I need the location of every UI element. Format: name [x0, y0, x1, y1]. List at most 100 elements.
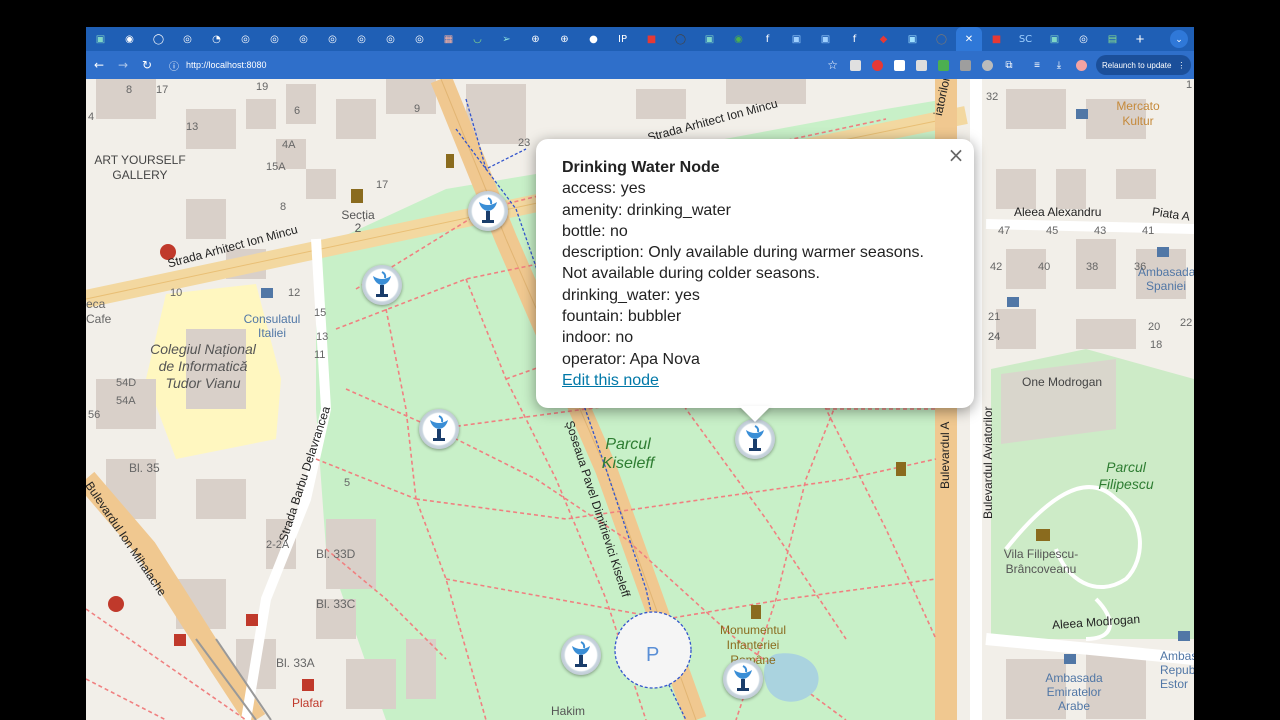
tab-5[interactable]: ◔ [202, 27, 231, 51]
tab-20[interactable]: ■ [637, 27, 666, 51]
tab-24[interactable]: f [753, 27, 782, 51]
tab-19[interactable]: IP [608, 27, 637, 51]
extension-icon-5[interactable] [932, 54, 954, 76]
house-number: 41 [1142, 225, 1155, 237]
house-number: 54A [116, 395, 136, 407]
fountain-icon [746, 425, 764, 451]
tab-29[interactable]: ▣ [898, 27, 927, 51]
drinking-water-marker[interactable] [362, 265, 402, 305]
reload-icon[interactable]: ↻ [136, 54, 158, 76]
tab-9[interactable]: ◎ [318, 27, 347, 51]
popup-tag-line: drinking_water: yes [562, 286, 700, 304]
house-number: 13 [186, 121, 199, 133]
tab-25[interactable]: ▣ [782, 27, 811, 51]
tab-8[interactable]: ◎ [289, 27, 318, 51]
fountain-icon [572, 641, 590, 667]
tab-list-button[interactable]: ⌄ [1170, 30, 1188, 48]
extension-icon-7[interactable] [976, 54, 998, 76]
extension-icon-3[interactable] [888, 54, 910, 76]
tab-21[interactable]: ◯ [666, 27, 695, 51]
puzzle-extensions-icon[interactable]: ⧉ [998, 54, 1020, 76]
house-number: 5 [344, 477, 351, 489]
tab-17[interactable]: ⊕ [550, 27, 579, 51]
tab-4[interactable]: ◎ [173, 27, 202, 51]
tab-34[interactable]: ◎ [1069, 27, 1098, 51]
poi-label-consulatul: Consulatul Italiei [243, 312, 301, 340]
poi-label-vila-filipescu: Vila Filipescu-Brâncoveanu [1003, 547, 1079, 576]
tab-1[interactable]: ▣ [86, 27, 115, 51]
tab-15[interactable]: ➢ [492, 27, 521, 51]
drinking-water-marker[interactable] [419, 409, 459, 449]
house-number: 47 [998, 225, 1011, 237]
tab-6[interactable]: ◎ [231, 27, 260, 51]
profile-avatar-icon[interactable] [1070, 54, 1092, 76]
new-tab-button[interactable]: + [1127, 31, 1153, 48]
tab-search-icon[interactable]: ≡ [1026, 54, 1048, 76]
house-number: 32 [986, 91, 999, 103]
popup-tip [739, 406, 771, 422]
popup-tag-line: indoor: no [562, 329, 634, 347]
house-number: 54D [116, 377, 137, 389]
tab-35[interactable]: ▤ [1098, 27, 1127, 51]
tab-27[interactable]: f [840, 27, 869, 51]
house-number: 13 [316, 331, 329, 343]
tab-18[interactable]: ● [579, 27, 608, 51]
drinking-water-marker-selected[interactable] [735, 419, 775, 459]
tab-30[interactable]: ◯ [927, 27, 956, 51]
house-number: 10 [170, 287, 183, 299]
block-label-bl35: Bl. 35 [129, 461, 160, 475]
browser-toolbar: ← → ↻ ⓘ http://localhost:8080 ☆ ⧉ ≡ ⤓ Re… [86, 51, 1194, 79]
download-icon[interactable]: ⤓ [1048, 54, 1070, 76]
map-view[interactable]: P Strada Arhitect Ion Mincu Strada Arhit… [86, 79, 1194, 720]
tab-12[interactable]: ◎ [405, 27, 434, 51]
drinking-water-marker[interactable] [468, 191, 508, 231]
poi-label-plafar: Plafar [292, 696, 324, 710]
tab-7[interactable]: ◎ [260, 27, 289, 51]
tab-10[interactable]: ◎ [347, 27, 376, 51]
popup-tag-line: fountain: bubbler [562, 308, 682, 326]
close-icon[interactable]: × [946, 145, 966, 165]
parking-symbol: P [646, 644, 659, 666]
poi-label-sectia: Secția 2 [341, 208, 375, 235]
extension-icon-2[interactable] [866, 54, 888, 76]
house-number: 4 [88, 111, 95, 123]
house-number: 2-2A [266, 539, 290, 551]
tab-active[interactable]: ✕ [956, 27, 982, 51]
tab-16[interactable]: ⊕ [521, 27, 550, 51]
tab-26[interactable]: ▣ [811, 27, 840, 51]
tab-14[interactable]: ◡ [463, 27, 492, 51]
tab-13[interactable]: ▦ [434, 27, 463, 51]
tab-31[interactable]: ■ [982, 27, 1011, 51]
tab-33[interactable]: ▣ [1040, 27, 1069, 51]
tab-22[interactable]: ▣ [695, 27, 724, 51]
bookmark-star-icon[interactable]: ☆ [827, 58, 838, 72]
tab-3[interactable]: ◯ [144, 27, 173, 51]
tab-23[interactable]: ◉ [724, 27, 753, 51]
popup-title: Drinking Water Node [562, 159, 720, 176]
back-icon[interactable]: ← [88, 54, 110, 76]
site-info-icon[interactable]: ⓘ [166, 58, 182, 73]
house-number: 4A [282, 139, 296, 151]
relaunch-button[interactable]: Relaunch to update ⋮ [1096, 55, 1192, 75]
house-number: 40 [1038, 261, 1051, 273]
fountain-icon [734, 665, 752, 691]
popup-tag-line: amenity: drinking_water [562, 201, 731, 219]
tab-strip: ▣ ◉ ◯ ◎ ◔ ◎ ◎ ◎ ◎ ◎ ◎ ◎ ▦ ◡ ➢ ⊕ ⊕ ● IP ■ ◯ ▣ ◉ f ▣ ▣ f ◆ ▣ ◯ ✕ ■ SC ▣ ◎ ▤ + ⌄ [86, 27, 1194, 51]
block-label-bl33c: Bl. 33C [316, 597, 356, 611]
house-number: 8 [280, 201, 287, 213]
popup-tag-line: Not available during colder seasons. [562, 265, 820, 283]
house-number: 20 [1148, 321, 1161, 333]
drinking-water-marker[interactable] [723, 659, 763, 699]
forward-icon[interactable]: → [112, 54, 134, 76]
tab-32[interactable]: SC [1011, 27, 1040, 51]
edit-node-link[interactable]: Edit this node [562, 370, 924, 391]
extension-icon-1[interactable] [844, 54, 866, 76]
address-bar[interactable]: ⓘ http://localhost:8080 ☆ [164, 54, 844, 76]
extension-icon-4[interactable] [910, 54, 932, 76]
tab-11[interactable]: ◎ [376, 27, 405, 51]
menu-dots-icon: ⋮ [1177, 60, 1186, 70]
tab-28[interactable]: ◆ [869, 27, 898, 51]
tab-2[interactable]: ◉ [115, 27, 144, 51]
extension-icon-6[interactable] [954, 54, 976, 76]
drinking-water-marker[interactable] [561, 635, 601, 675]
